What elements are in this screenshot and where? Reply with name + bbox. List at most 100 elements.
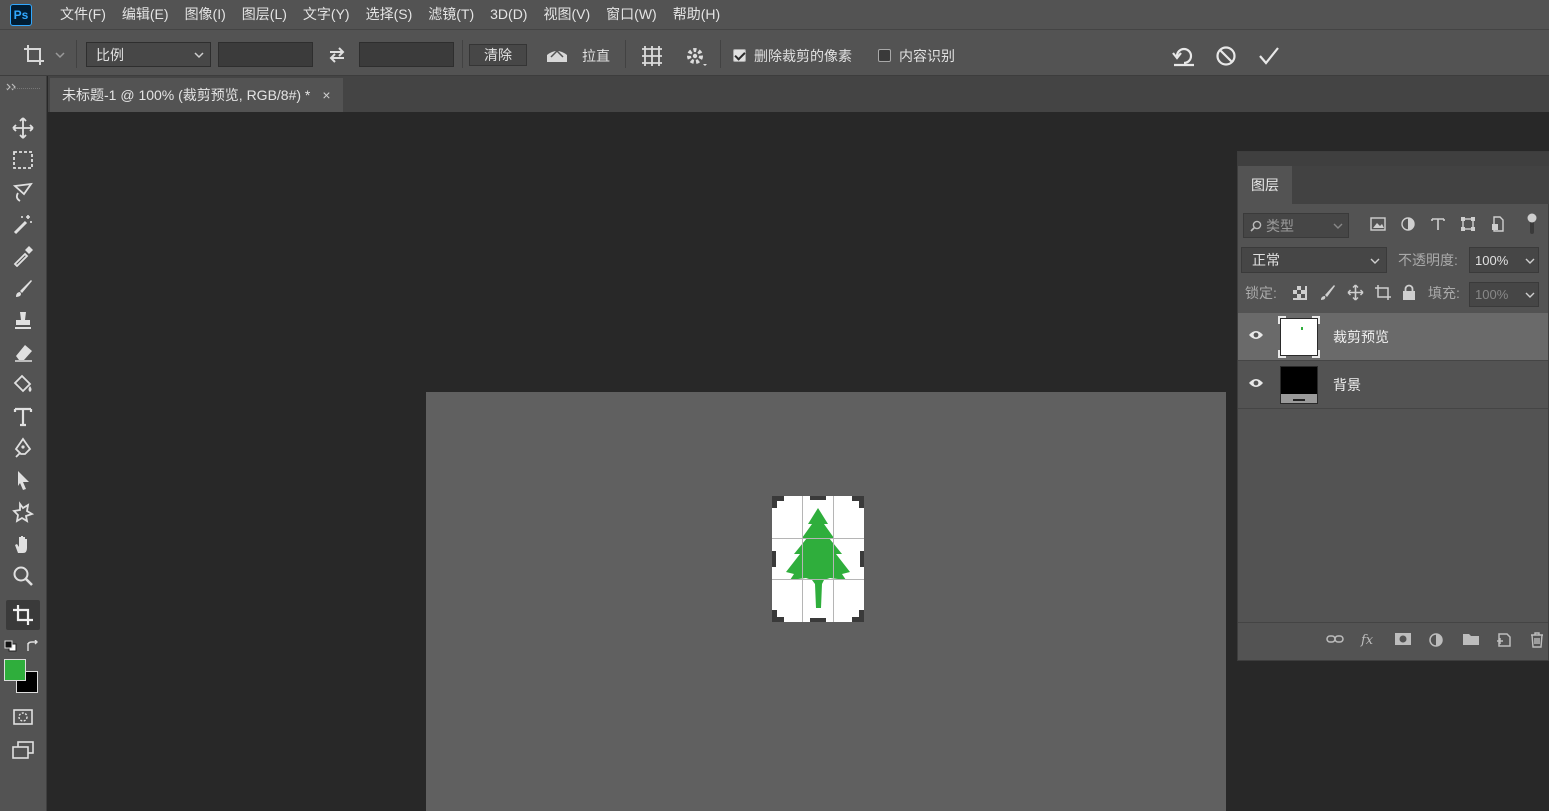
lock-all-icon[interactable] — [1402, 284, 1416, 301]
filter-adjustment-icon[interactable] — [1400, 216, 1416, 232]
crop-handle-bottom[interactable] — [810, 618, 826, 622]
delete-cropped-label[interactable]: 删除裁剪的像素 — [754, 46, 852, 66]
photoshop-logo-icon[interactable]: Ps — [10, 3, 32, 26]
layer-thumbnail[interactable] — [1280, 366, 1318, 404]
add-mask-icon[interactable] — [1394, 632, 1412, 646]
commit-check-icon[interactable] — [1256, 43, 1282, 69]
layer-thumbnail[interactable] — [1278, 316, 1320, 358]
screen-mode-icon[interactable] — [6, 735, 40, 765]
menu-image[interactable]: 图像(I) — [177, 0, 234, 29]
lock-transparent-pixels-icon[interactable] — [1293, 286, 1307, 300]
tab-layers[interactable]: 图层 — [1238, 166, 1292, 204]
crop-handle-top-left[interactable] — [772, 496, 777, 508]
height-input[interactable] — [359, 42, 454, 67]
marquee-tool-icon[interactable] — [6, 145, 40, 175]
filter-pixel-icon[interactable] — [1370, 216, 1386, 232]
zoom-tool-icon[interactable] — [6, 561, 40, 591]
menu-3d[interactable]: 3D(D) — [482, 0, 535, 29]
link-layers-icon[interactable] — [1326, 632, 1344, 646]
opacity-input[interactable]: 100% — [1469, 247, 1539, 273]
filter-toggle-icon[interactable] — [1526, 212, 1538, 236]
reset-icon[interactable] — [1170, 43, 1198, 69]
blend-mode-select[interactable]: 正常 — [1241, 247, 1387, 273]
crop-handle-bottom-right[interactable] — [859, 610, 864, 622]
crop-handle-right[interactable] — [860, 551, 864, 567]
trash-icon[interactable] — [1530, 632, 1544, 648]
visibility-eye-icon[interactable] — [1248, 377, 1264, 389]
move-tool-icon[interactable] — [6, 113, 40, 143]
menu-edit[interactable]: 编辑(E) — [114, 0, 177, 29]
fill-label: 填充: — [1428, 285, 1460, 301]
lock-image-pixels-icon[interactable] — [1320, 284, 1336, 301]
eraser-tool-icon[interactable] — [6, 337, 40, 367]
menu-view[interactable]: 视图(V) — [535, 0, 598, 29]
chevron-down-icon[interactable] — [1525, 291, 1535, 299]
visibility-eye-icon[interactable] — [1248, 329, 1264, 341]
content-aware-label[interactable]: 内容识别 — [899, 46, 955, 66]
layer-row-crop-preview[interactable]: 裁剪预览 — [1238, 313, 1548, 361]
cancel-icon[interactable] — [1213, 43, 1239, 69]
width-input[interactable] — [218, 42, 313, 67]
ratio-select[interactable]: 比例 — [86, 42, 211, 67]
layer-filter-select[interactable]: 类型 — [1243, 213, 1349, 238]
foreground-color-swatch[interactable] — [4, 659, 26, 681]
filter-shape-icon[interactable] — [1460, 216, 1476, 232]
filter-type-icon[interactable] — [1430, 216, 1446, 232]
separator — [76, 40, 77, 68]
menu-help[interactable]: 帮助(H) — [665, 0, 728, 29]
crop-preview-area[interactable] — [772, 496, 864, 622]
new-adjustment-layer-icon[interactable] — [1428, 632, 1444, 648]
crop-tool-preset-icon[interactable] — [20, 42, 66, 68]
delete-cropped-checkbox[interactable] — [733, 49, 746, 62]
menu-window[interactable]: 窗口(W) — [598, 0, 665, 29]
clear-button[interactable]: 清除 — [469, 44, 527, 66]
new-group-folder-icon[interactable] — [1462, 632, 1480, 646]
custom-shape-tool-icon[interactable] — [6, 497, 40, 527]
crop-tool-icon[interactable] — [6, 600, 40, 630]
brush-tool-icon[interactable] — [6, 273, 40, 303]
thumbnail-corner — [1278, 316, 1286, 324]
path-selection-tool-icon[interactable] — [6, 465, 40, 495]
layer-name[interactable]: 背景 — [1333, 375, 1361, 395]
lasso-tool-icon[interactable] — [6, 177, 40, 207]
default-colors-icon[interactable] — [4, 639, 18, 652]
paint-bucket-tool-icon[interactable] — [6, 369, 40, 399]
stamp-tool-icon[interactable] — [6, 305, 40, 335]
crop-handle-left[interactable] — [772, 551, 776, 567]
quick-mask-icon[interactable] — [6, 702, 40, 732]
menu-select[interactable]: 选择(S) — [358, 0, 421, 29]
swap-icon[interactable] — [325, 44, 349, 66]
crop-handle-top-right[interactable] — [859, 496, 864, 508]
menu-type[interactable]: 文字(Y) — [295, 0, 358, 29]
fx-icon[interactable]: fx — [1360, 632, 1378, 648]
new-layer-icon[interactable] — [1496, 632, 1512, 648]
lock-artboard-icon[interactable] — [1374, 284, 1392, 301]
straighten-icon[interactable] — [543, 44, 571, 66]
lock-position-icon[interactable] — [1347, 284, 1364, 301]
eyedropper-tool-icon[interactable] — [6, 241, 40, 271]
grid-overlay-icon[interactable] — [640, 44, 664, 68]
chevron-down-icon[interactable] — [1525, 257, 1535, 265]
content-aware-checkbox[interactable] — [878, 49, 891, 62]
menu-file[interactable]: 文件(F) — [52, 0, 114, 29]
magic-wand-tool-icon[interactable] — [6, 209, 40, 239]
collapse-arrows-icon[interactable] — [6, 78, 20, 91]
crop-handle-top[interactable] — [810, 496, 826, 500]
document-tab[interactable]: 未标题-1 @ 100% (裁剪预览, RGB/8#) * × — [50, 78, 343, 112]
filter-smart-object-icon[interactable] — [1490, 216, 1506, 232]
crop-handle-bottom-left[interactable] — [772, 610, 777, 622]
menu-layer[interactable]: 图层(L) — [234, 0, 295, 29]
hand-tool-icon[interactable] — [6, 529, 40, 559]
panel-title-strip[interactable] — [1238, 152, 1549, 166]
fill-input[interactable]: 100% — [1469, 282, 1539, 307]
menu-filter[interactable]: 滤镜(T) — [420, 0, 482, 29]
gear-icon[interactable] — [682, 44, 710, 68]
pen-tool-icon[interactable] — [6, 433, 40, 463]
straighten-label[interactable]: 拉直 — [582, 46, 610, 66]
close-tab-icon[interactable]: × — [322, 87, 330, 103]
panel-grip[interactable] — [6, 88, 40, 90]
layer-row-background[interactable]: 背景 — [1238, 361, 1548, 409]
layer-name[interactable]: 裁剪预览 — [1333, 327, 1389, 347]
type-tool-icon[interactable] — [6, 401, 40, 431]
swap-colors-icon[interactable] — [26, 639, 40, 651]
